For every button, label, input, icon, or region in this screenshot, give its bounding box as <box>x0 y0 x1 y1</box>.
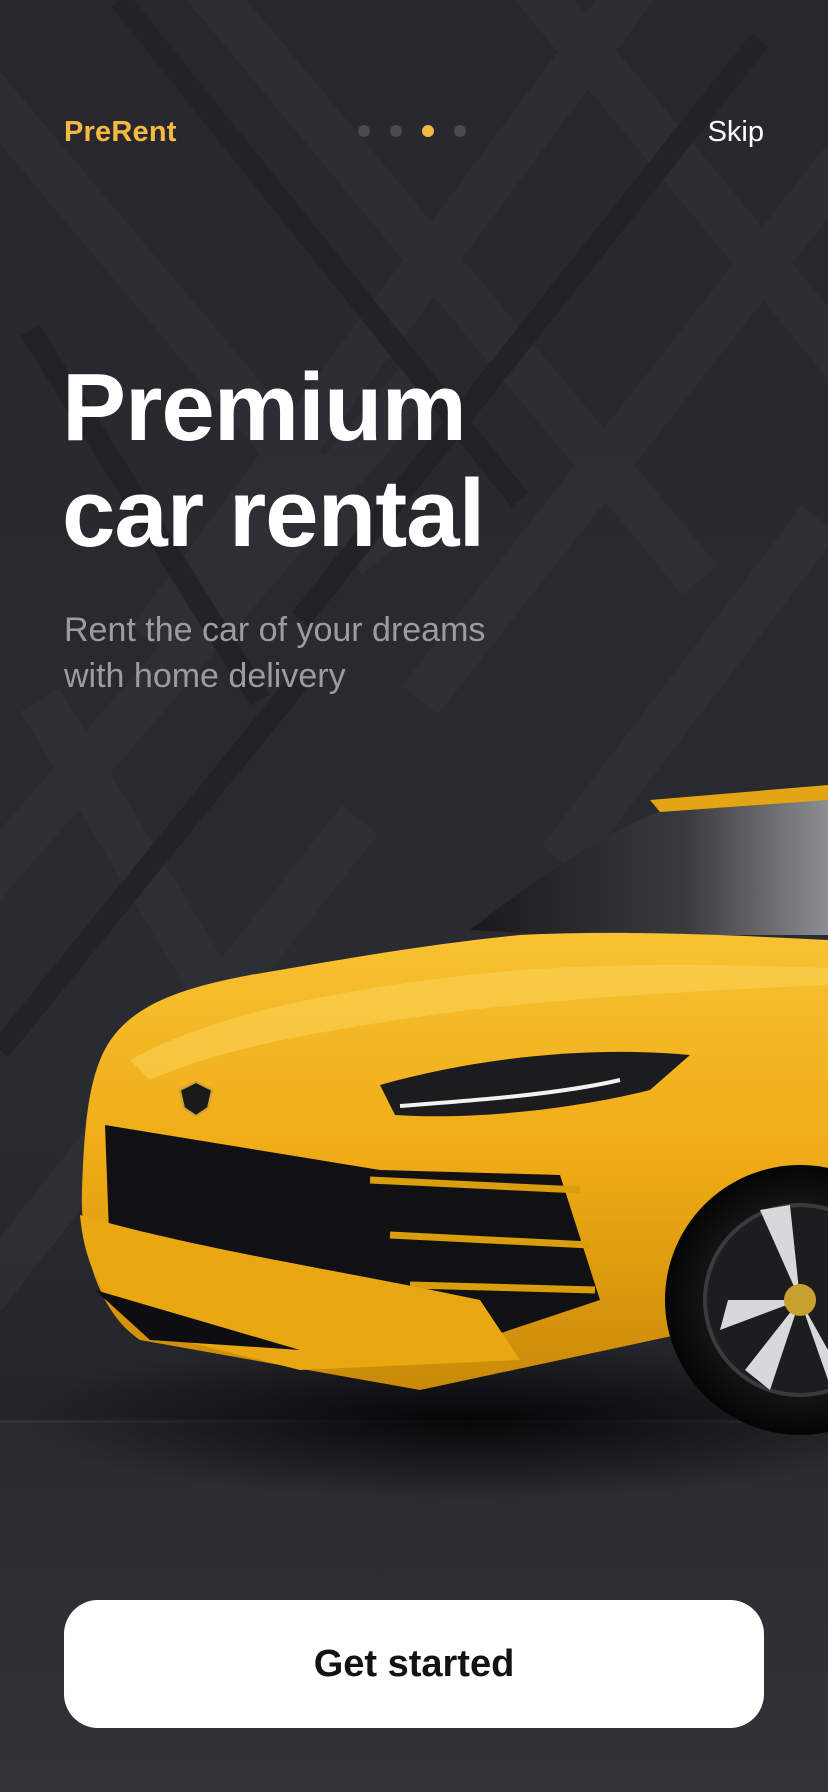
page-dot-3-active[interactable] <box>422 125 434 137</box>
headline-line-1: Premium <box>62 354 467 461</box>
page-indicator <box>358 125 466 137</box>
page-dot-2[interactable] <box>390 125 402 137</box>
subtitle: Rent the car of your dreams with home de… <box>64 607 485 699</box>
get-started-button[interactable]: Get started <box>64 1600 764 1728</box>
skip-button[interactable]: Skip <box>708 116 764 149</box>
car-image <box>10 785 828 1500</box>
subtitle-line-1: Rent the car of your dreams <box>64 611 486 649</box>
page-dot-4[interactable] <box>454 125 466 137</box>
headline-line-2: car rental <box>62 460 485 567</box>
brand-logo: PreRent <box>64 116 177 148</box>
subtitle-line-2: with home delivery <box>64 657 346 695</box>
page-dot-1[interactable] <box>358 125 370 137</box>
onboarding-screen: PreRent Skip Premium car rental Rent the… <box>0 0 828 1792</box>
headline: Premium car rental <box>62 354 485 567</box>
